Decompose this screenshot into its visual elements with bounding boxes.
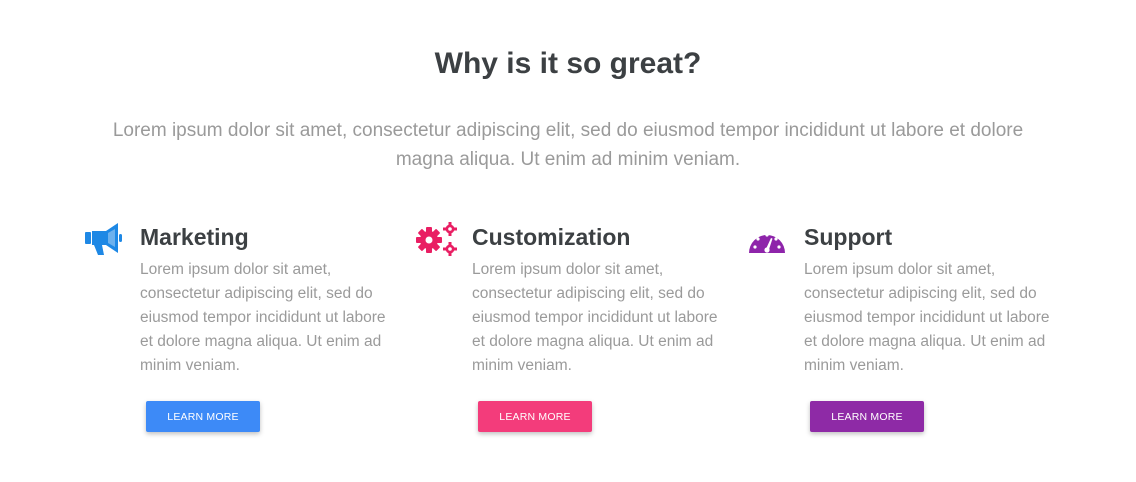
feature-title: Support bbox=[804, 224, 893, 250]
feature-text: Lorem ipsum dolor sit amet, consectetur … bbox=[140, 261, 386, 374]
feature-text: Lorem ipsum dolor sit amet, consectetur … bbox=[804, 261, 1050, 374]
feature-text: Lorem ipsum dolor sit amet, consectetur … bbox=[472, 261, 718, 374]
learn-more-button[interactable]: LEARN MORE bbox=[146, 401, 260, 432]
gears-icon bbox=[416, 220, 458, 258]
learn-more-button[interactable]: LEARN MORE bbox=[478, 401, 592, 432]
feature-title: Customization bbox=[472, 224, 631, 250]
section-lead: Lorem ipsum dolor sit amet, consectetur … bbox=[112, 120, 1024, 170]
learn-more-button[interactable]: LEARN MORE bbox=[810, 401, 924, 432]
megaphone-icon bbox=[84, 220, 126, 258]
section-title: Why is it so great? bbox=[434, 47, 702, 80]
feature-title: Marketing bbox=[140, 224, 249, 250]
speedometer-icon bbox=[748, 220, 790, 258]
